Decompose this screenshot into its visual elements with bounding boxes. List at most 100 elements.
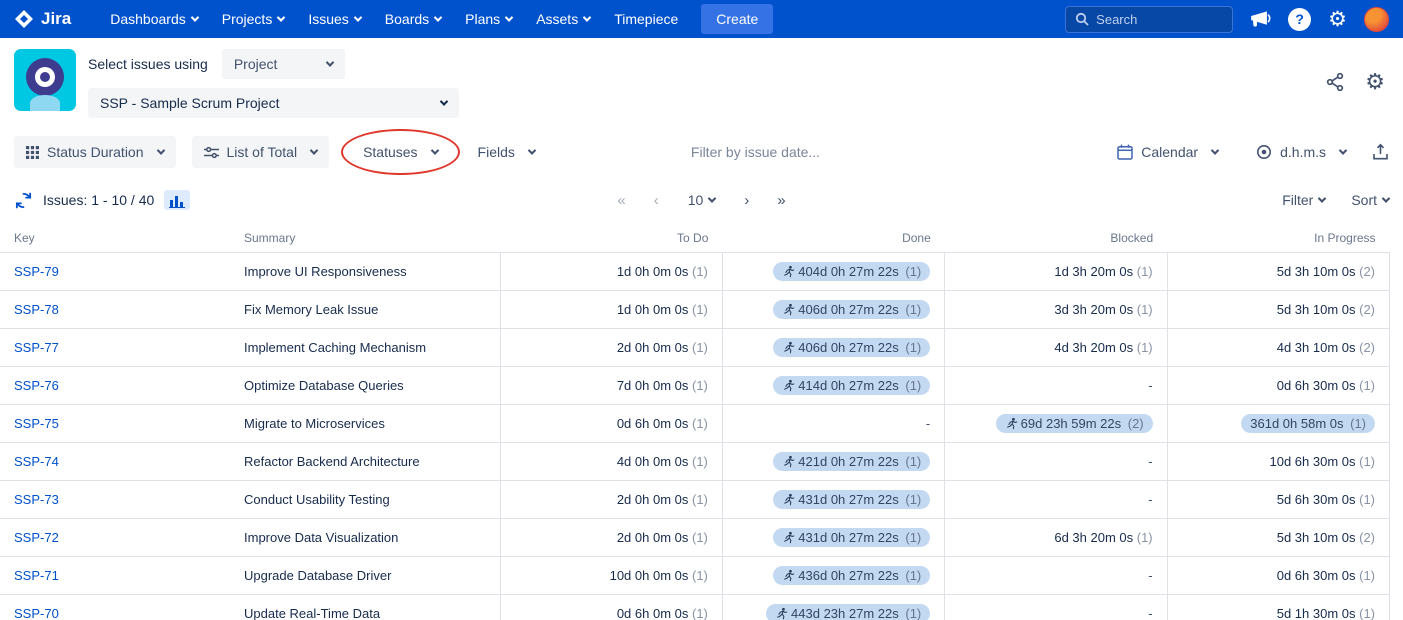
nav-item-boards[interactable]: Boards <box>374 3 452 35</box>
issue-summary: Upgrade Database Driver <box>230 556 500 595</box>
gear-icon[interactable]: ⚙ <box>1328 9 1347 30</box>
nav-item-projects[interactable]: Projects <box>211 3 296 35</box>
duration-cell-inprogress: 5d 3h 10m 0s (2) <box>1166 252 1391 291</box>
issue-key-link[interactable]: SSP-76 <box>14 378 59 393</box>
units-dropdown[interactable]: d.h.m.s <box>1244 136 1358 168</box>
column-header-todo: To Do <box>500 224 723 253</box>
report-header: Select issues using Project SSP - Sample… <box>0 38 1403 118</box>
issue-date-filter-input[interactable] <box>690 144 891 160</box>
issue-key-link[interactable]: SSP-77 <box>14 340 59 355</box>
duration-cell-inprogress: 5d 3h 10m 0s (2) <box>1166 518 1391 557</box>
table-row: SSP-70 Update Real-Time Data 0d 6h 0m 0s (… <box>0 594 1391 620</box>
issue-key-link[interactable]: SSP-70 <box>14 606 59 620</box>
project-dropdown[interactable]: SSP - Sample Scrum Project <box>88 88 459 118</box>
table-row: SSP-79 Improve UI Responsiveness 1d 0h 0m … <box>0 252 1391 291</box>
bar-chart-icon <box>169 196 186 208</box>
table-row: SSP-78 Fix Memory Leak Issue 1d 0h 0m 0s (… <box>0 290 1391 329</box>
issue-key-link[interactable]: SSP-72 <box>14 530 59 545</box>
duration-cell-todo: 2d 0h 0m 0s (1) <box>499 518 723 557</box>
nav-item-dashboards[interactable]: Dashboards <box>99 3 209 35</box>
issue-key-link[interactable]: SSP-73 <box>14 492 59 507</box>
first-page-button[interactable]: « <box>610 190 632 211</box>
issue-summary: Update Real-Time Data <box>230 594 500 620</box>
duration-cell-blocked: 6d 3h 20m 0s (1) <box>944 518 1168 557</box>
issue-summary: Improve Data Visualization <box>230 518 500 557</box>
issue-key-link[interactable]: SSP-79 <box>14 264 59 279</box>
duration-cell-todo: 2d 0h 0m 0s (1) <box>499 480 723 519</box>
settings-gear-icon[interactable]: ⚙ <box>1365 71 1385 93</box>
issue-source-dropdown[interactable]: Project <box>221 49 345 79</box>
issue-key-link[interactable]: SSP-74 <box>14 454 59 469</box>
issue-summary: Refactor Backend Architecture <box>230 442 500 481</box>
avatar[interactable] <box>1364 6 1389 32</box>
chevron-down-icon <box>1318 194 1327 203</box>
runner-icon <box>784 265 795 278</box>
jira-logo[interactable]: Jira <box>14 9 71 29</box>
calendar-dropdown[interactable]: Calendar <box>1105 136 1230 168</box>
issue-summary: Conduct Usability Testing <box>230 480 500 519</box>
search-input[interactable] <box>1096 11 1207 27</box>
issue-key-link[interactable]: SSP-78 <box>14 302 59 317</box>
issue-key-link[interactable]: SSP-71 <box>14 568 59 583</box>
duration-cell-blocked: 3d 3h 20m 0s (1) <box>944 290 1168 329</box>
tune-icon <box>203 146 219 158</box>
duration-cell-blocked: - <box>944 480 1168 519</box>
duration-cell-todo: 2d 0h 0m 0s (1) <box>499 328 723 367</box>
duration-cell-inprogress: 5d 1h 30m 0s (1) <box>1166 594 1391 620</box>
chevron-down-icon <box>708 194 717 203</box>
chevron-down-icon <box>353 13 363 22</box>
chevron-down-icon <box>527 146 537 155</box>
status-duration-dropdown[interactable]: Status Duration <box>14 136 176 168</box>
runner-icon <box>784 569 795 582</box>
sort-dropdown[interactable]: Sort <box>1351 192 1391 208</box>
chart-toggle-button[interactable] <box>164 190 191 210</box>
chevron-down-icon <box>190 13 199 22</box>
select-issues-label: Select issues using <box>88 56 208 72</box>
duration-cell-done: - <box>721 404 945 443</box>
runner-icon <box>784 379 795 392</box>
page-size-dropdown[interactable]: 10 <box>680 188 724 212</box>
duration-cell-inprogress: 0d 6h 30m 0s (1) <box>1166 366 1391 405</box>
jira-logo-text: Jira <box>41 9 72 28</box>
duration-cell-todo: 0d 6h 0m 0s (1) <box>499 594 723 620</box>
table-row: SSP-75 Migrate to Microservices 0d 6h 0m 0… <box>0 404 1391 443</box>
top-navbar: Jira Dashboards Projects Issues Boards P… <box>0 0 1403 38</box>
share-icon[interactable] <box>1325 72 1345 92</box>
grid-icon <box>26 145 39 159</box>
export-icon[interactable] <box>1372 143 1389 161</box>
calendar-icon <box>1117 144 1134 160</box>
prev-page-button[interactable]: ‹ <box>647 190 666 211</box>
chevron-down-icon <box>1210 146 1220 155</box>
duration-cell-blocked: 1d 3h 20m 0s (1) <box>944 252 1168 291</box>
announcements-icon[interactable] <box>1250 10 1271 29</box>
create-button[interactable]: Create <box>701 4 774 34</box>
filter-dropdown[interactable]: Filter <box>1282 192 1327 208</box>
issue-key-link[interactable]: SSP-75 <box>14 416 59 431</box>
duration-cell-done: 421d 0h 27m 22s (1) <box>721 442 945 481</box>
issue-table-body: SSP-79 Improve UI Responsiveness 1d 0h 0m … <box>0 252 1391 620</box>
statuses-dropdown[interactable]: Statuses <box>351 136 449 168</box>
search-icon <box>1076 12 1089 26</box>
duration-cell-done: 443d 23h 27m 22s (1) <box>721 594 945 620</box>
nav-item-assets[interactable]: Assets <box>525 3 601 35</box>
fields-dropdown[interactable]: Fields <box>466 136 547 168</box>
duration-cell-done: 431d 0h 27m 22s (1) <box>721 480 945 519</box>
chevron-down-icon <box>504 13 514 22</box>
duration-cell-inprogress: 5d 6h 30m 0s (1) <box>1166 480 1391 519</box>
pagination-bar: Issues: 1 - 10 / 40 « ‹ 10 › » Filter So… <box>0 176 1403 222</box>
last-page-button[interactable]: » <box>770 190 792 211</box>
global-search[interactable] <box>1065 5 1234 33</box>
target-icon <box>1257 145 1272 159</box>
nav-item-timepiece[interactable]: Timepiece <box>603 3 689 35</box>
help-icon[interactable]: ? <box>1288 7 1312 31</box>
duration-cell-inprogress: 0d 6h 30m 0s (1) <box>1166 556 1391 595</box>
issue-summary: Fix Memory Leak Issue <box>230 290 500 329</box>
nav-item-plans[interactable]: Plans <box>454 3 523 35</box>
table-header-row: Key Summary To Do Done Blocked In Progre… <box>0 224 1390 253</box>
nav-item-issues[interactable]: Issues <box>297 3 371 35</box>
duration-cell-inprogress: 361d 0h 58m 0s (1) <box>1166 404 1391 443</box>
refresh-icon[interactable] <box>14 191 33 210</box>
column-header-blocked: Blocked <box>944 224 1168 253</box>
next-page-button[interactable]: › <box>737 190 756 211</box>
list-of-total-dropdown[interactable]: List of Total <box>191 136 330 168</box>
